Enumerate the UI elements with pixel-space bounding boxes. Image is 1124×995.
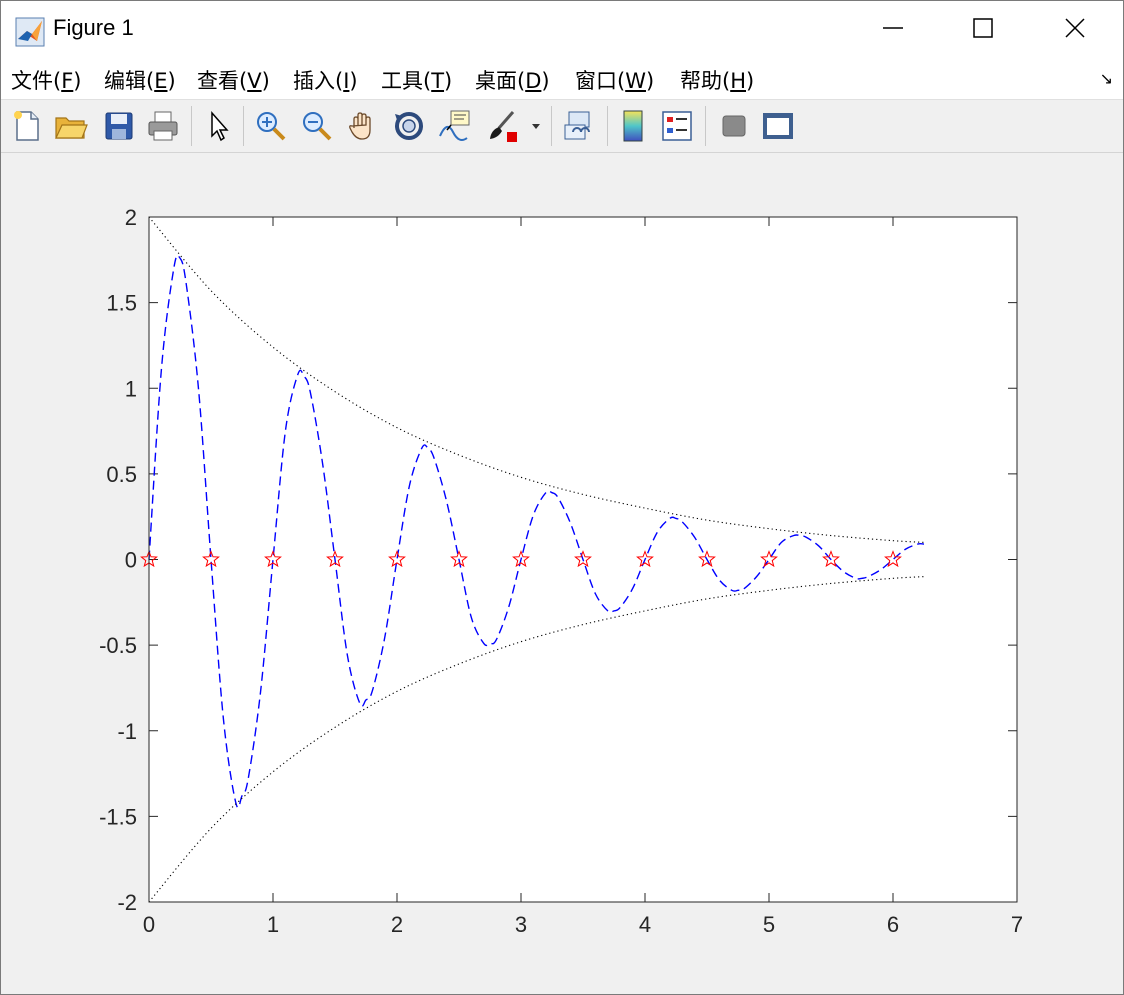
rotate-3d-icon[interactable] xyxy=(391,108,427,144)
data-cursor-icon[interactable] xyxy=(437,108,473,144)
menu-mnemonic: H xyxy=(730,69,746,93)
x-tick-label: 6 xyxy=(887,912,899,937)
matlab-logo-icon xyxy=(15,17,45,47)
menu-window[interactable]: 窗口(W) xyxy=(575,65,654,95)
x-tick-label: 4 xyxy=(639,912,651,937)
insert-colorbar-icon[interactable] xyxy=(615,108,651,144)
dock-arrow-icon[interactable]: ↘ xyxy=(1100,69,1113,88)
y-tick-label: 2 xyxy=(125,205,137,230)
link-plot-icon[interactable] xyxy=(561,108,597,144)
print-icon[interactable] xyxy=(145,108,181,144)
x-tick-label: 7 xyxy=(1011,912,1023,937)
menu-mnemonic: W xyxy=(625,69,646,93)
y-tick-label: -1.5 xyxy=(99,804,137,829)
menu-mnemonic: F xyxy=(61,69,74,93)
minimize-icon xyxy=(882,17,904,43)
y-tick-label: 0 xyxy=(125,548,137,573)
hide-plot-tools-icon[interactable] xyxy=(715,108,751,144)
menu-file[interactable]: 文件(F) xyxy=(11,65,82,95)
figure-toolbar xyxy=(1,99,1123,153)
maximize-icon xyxy=(972,17,994,43)
menu-insert[interactable]: 插入(I) xyxy=(293,65,358,95)
x-tick-label: 5 xyxy=(763,912,775,937)
x-tick-label: 2 xyxy=(391,912,403,937)
open-file-icon[interactable] xyxy=(53,108,89,144)
toolbar-separator xyxy=(243,106,244,146)
y-tick-label: -2 xyxy=(117,890,137,915)
close-icon xyxy=(1064,17,1086,43)
close-button[interactable] xyxy=(1029,1,1121,59)
toolbar-separator xyxy=(607,106,608,146)
toolbar-separator xyxy=(705,106,706,146)
window-title: Figure 1 xyxy=(53,15,134,40)
figure-canvas: 0 1 2 3 4 5 6 7 2 1.5 1 0.5 0 -0.5 -1 -1.5 -2 xyxy=(1,153,1123,994)
show-plot-tools-icon[interactable] xyxy=(759,108,795,144)
menu-mnemonic: T xyxy=(431,69,445,93)
menu-help[interactable]: 帮助(H) xyxy=(680,65,754,95)
toolbar-separator xyxy=(551,106,552,146)
maximize-button[interactable] xyxy=(937,1,1029,59)
new-figure-icon[interactable] xyxy=(9,108,45,144)
menu-bar: 文件(F) 编辑(E) 查看(V) 插入(I) 工具(T) 桌面(D) 窗口(W… xyxy=(1,59,1123,99)
brush-dropdown-icon[interactable] xyxy=(529,108,543,144)
x-tick-label: 1 xyxy=(267,912,279,937)
menu-mnemonic: V xyxy=(247,69,262,93)
toolbar-separator xyxy=(191,106,192,146)
y-tick-label: 1 xyxy=(125,376,137,401)
y-tick-label: 0.5 xyxy=(106,462,137,487)
pan-icon[interactable] xyxy=(345,108,381,144)
title-bar[interactable]: Figure 1 xyxy=(1,1,1123,59)
y-tick-label: -0.5 xyxy=(99,633,137,658)
insert-legend-icon[interactable] xyxy=(659,108,695,144)
figure-window: Figure 1 文件(F) 编辑(E) 查看(V) 插入(I) 工具(T) 桌… xyxy=(0,0,1124,995)
save-icon[interactable] xyxy=(101,108,137,144)
menu-mnemonic: D xyxy=(525,69,542,93)
x-tick-label: 0 xyxy=(143,912,155,937)
menu-edit[interactable]: 编辑(E) xyxy=(104,65,176,95)
menu-view[interactable]: 查看(V) xyxy=(197,65,270,95)
zoom-in-icon[interactable] xyxy=(253,108,289,144)
menu-mnemonic: I xyxy=(343,69,350,93)
menu-desktop[interactable]: 桌面(D) xyxy=(475,65,550,95)
minimize-button[interactable] xyxy=(847,1,939,59)
edit-plot-icon[interactable] xyxy=(201,108,237,144)
x-tick-label: 3 xyxy=(515,912,527,937)
brush-icon[interactable] xyxy=(485,108,521,144)
y-tick-label: 1.5 xyxy=(106,291,137,316)
menu-tools[interactable]: 工具(T) xyxy=(381,65,452,95)
menu-mnemonic: E xyxy=(154,69,168,93)
zoom-out-icon[interactable] xyxy=(299,108,335,144)
y-tick-label: -1 xyxy=(117,719,137,744)
plot-area[interactable]: 0 1 2 3 4 5 6 7 2 1.5 1 0.5 0 -0.5 -1 -1.5 -2 xyxy=(1,153,1123,994)
